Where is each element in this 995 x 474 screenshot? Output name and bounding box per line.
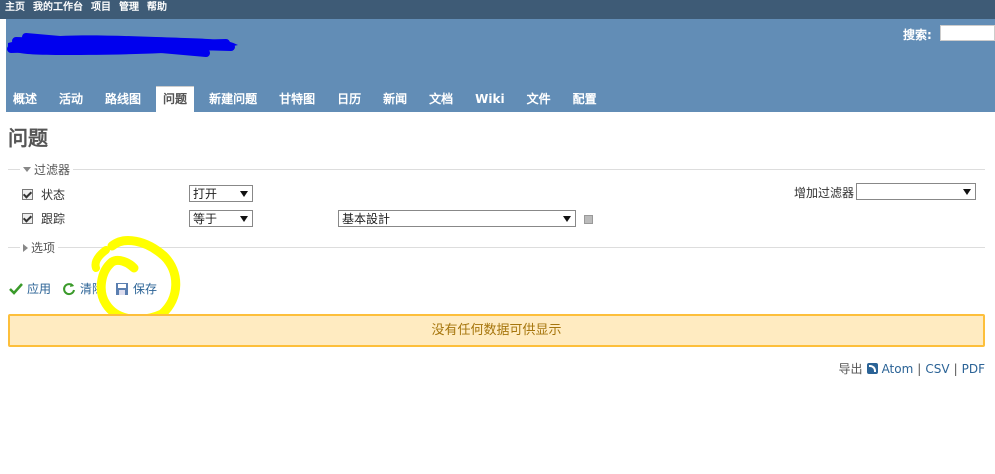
add-filter-label: 增加过滤器 bbox=[794, 186, 855, 200]
highlight-annotation bbox=[91, 236, 181, 324]
apply-button[interactable]: 应用 bbox=[9, 280, 51, 297]
toggle-multiselect-icon[interactable] bbox=[584, 215, 593, 224]
filter-status-operator-value: 打开 bbox=[193, 187, 218, 201]
tab-documents[interactable]: 文档 bbox=[422, 86, 460, 112]
redaction-scribble bbox=[7, 33, 238, 57]
options-legend[interactable]: 选项 bbox=[20, 239, 59, 256]
filters-legend[interactable]: 过滤器 bbox=[20, 161, 74, 178]
top-menu-projects[interactable]: 项目 bbox=[91, 1, 111, 15]
header: 搜索: 概述 活动 路线图 问题 新建问题 甘特图 日历 新闻 文档 Wiki … bbox=[6, 19, 995, 112]
tab-settings[interactable]: 配置 bbox=[566, 86, 604, 112]
checkmark-icon bbox=[9, 282, 23, 295]
tab-wiki[interactable]: Wiki bbox=[468, 86, 511, 112]
export-atom-link[interactable]: Atom bbox=[882, 362, 914, 376]
no-data-message: 没有任何数据可供显示 bbox=[8, 314, 985, 347]
tab-new-issue[interactable]: 新建问题 bbox=[202, 86, 264, 112]
export-csv-link[interactable]: CSV bbox=[925, 362, 949, 376]
filter-tracker-checkbox[interactable] bbox=[22, 213, 33, 224]
tab-activity[interactable]: 活动 bbox=[52, 86, 90, 112]
tab-roadmap[interactable]: 路线图 bbox=[98, 86, 148, 112]
feed-icon bbox=[866, 363, 878, 374]
search-label: 搜索: bbox=[903, 28, 932, 42]
search-input[interactable] bbox=[940, 25, 995, 41]
export-pdf-link[interactable]: PDF bbox=[962, 362, 985, 376]
filter-tracker-value[interactable]: 基本設計 bbox=[338, 210, 576, 227]
tab-calendar[interactable]: 日历 bbox=[330, 86, 368, 112]
main-tabs: 概述 活动 路线图 问题 新建问题 甘特图 日历 新闻 文档 Wiki 文件 配… bbox=[6, 86, 612, 112]
dropdown-arrow-icon bbox=[240, 191, 248, 197]
options-legend-label: 选项 bbox=[31, 241, 56, 255]
top-menu-admin[interactable]: 管理 bbox=[119, 1, 139, 15]
filter-status-label: 状态 bbox=[41, 188, 66, 202]
expand-arrow-icon bbox=[23, 243, 28, 252]
filters-divider bbox=[8, 169, 985, 170]
page-title: 问题 bbox=[8, 126, 48, 150]
tab-files[interactable]: 文件 bbox=[520, 86, 558, 112]
tab-gantt[interactable]: 甘特图 bbox=[272, 86, 322, 112]
add-filter-select[interactable] bbox=[856, 183, 976, 200]
top-menu: 主页 我的工作台 项目 管理 帮助 bbox=[0, 0, 995, 19]
reload-icon bbox=[63, 282, 75, 295]
filter-tracker-value-text: 基本設計 bbox=[342, 212, 391, 226]
top-menu-my-page[interactable]: 我的工作台 bbox=[33, 1, 83, 15]
filter-status-checkbox[interactable] bbox=[22, 189, 33, 200]
top-menu-home[interactable]: 主页 bbox=[5, 1, 25, 15]
tab-overview[interactable]: 概述 bbox=[6, 86, 44, 112]
apply-label: 应用 bbox=[27, 282, 52, 296]
tab-news[interactable]: 新闻 bbox=[376, 86, 414, 112]
dropdown-arrow-icon bbox=[240, 216, 248, 222]
dropdown-arrow-icon bbox=[563, 216, 571, 222]
filter-tracker-operator[interactable]: 等于 bbox=[189, 210, 253, 227]
collapse-arrow-icon bbox=[23, 167, 31, 172]
export-links: 导出 Atom | CSV | PDF bbox=[839, 360, 985, 377]
filter-tracker-label: 跟踪 bbox=[41, 212, 66, 226]
filters-legend-label: 过滤器 bbox=[34, 163, 71, 177]
export-label: 导出 bbox=[838, 362, 863, 376]
filter-tracker-operator-value: 等于 bbox=[193, 212, 218, 226]
separator: | bbox=[953, 361, 958, 376]
dropdown-arrow-icon bbox=[963, 189, 971, 195]
separator: | bbox=[917, 361, 922, 376]
tab-issues[interactable]: 问题 bbox=[156, 86, 195, 112]
top-menu-help[interactable]: 帮助 bbox=[147, 1, 167, 15]
filter-status-operator[interactable]: 打开 bbox=[189, 185, 253, 202]
